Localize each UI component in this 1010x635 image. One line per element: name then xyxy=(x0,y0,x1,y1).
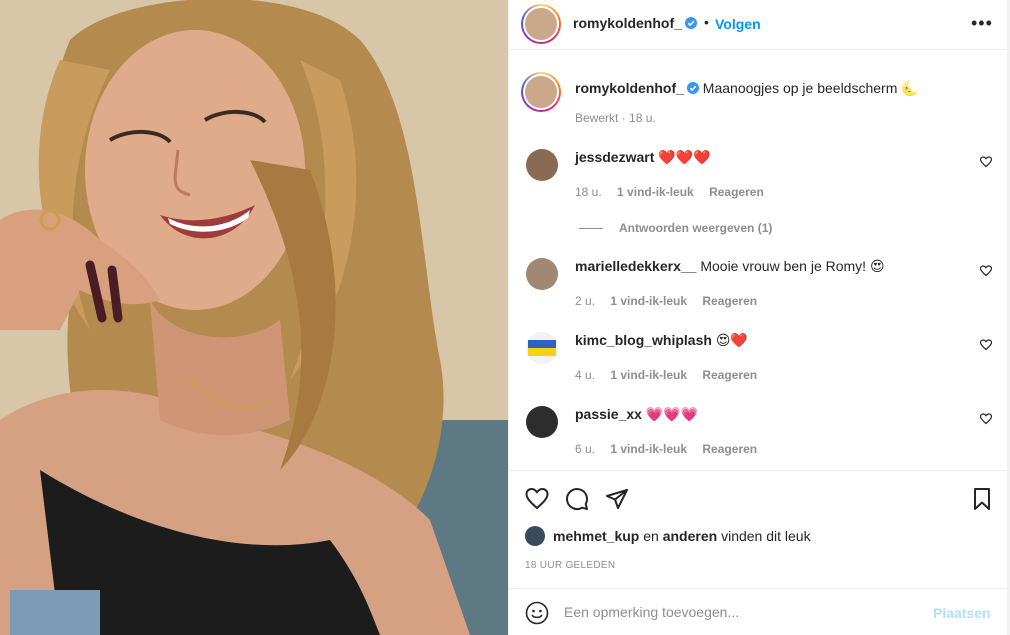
caption-body: Maanoogjes op je beeldscherm 🌜 xyxy=(702,80,919,96)
comment-meta: 6 u. 1 vind-ik-leuk Reageren xyxy=(575,442,769,456)
comment-icon[interactable] xyxy=(565,487,589,511)
comment-item: marielledekkerx__ Mooie vrouw ben je Rom… xyxy=(509,258,1010,328)
flag-avatar xyxy=(526,332,558,364)
heart-icon[interactable] xyxy=(525,487,549,511)
comment-time[interactable]: 2 u. xyxy=(575,294,595,308)
post-photo[interactable] xyxy=(0,0,508,635)
likes-suffix: vinden dit leuk xyxy=(721,528,811,544)
comment-body: Mooie vrouw ben je Romy! 😍 xyxy=(700,258,885,274)
liker-avatar[interactable] xyxy=(525,526,545,546)
post-comment-button[interactable]: Plaatsen xyxy=(933,605,991,621)
comment-likes[interactable]: 1 vind-ik-leuk xyxy=(610,294,687,308)
caption-edited: Bewerkt xyxy=(575,111,619,125)
likes-connector: en xyxy=(643,528,659,544)
comment-text: marielledekkerx__ Mooie vrouw ben je Rom… xyxy=(575,258,885,275)
comment-likes[interactable]: 1 vind-ik-leuk xyxy=(610,368,687,382)
more-icon[interactable]: ••• xyxy=(971,13,993,34)
likes-summary: mehmet_kup en anderen vinden dit leuk xyxy=(525,526,811,546)
comment-item: passie_xx 💗💗💗 6 u. 1 vind-ik-leuk Reager… xyxy=(509,406,1010,476)
comment-reply-button[interactable]: Reageren xyxy=(702,294,757,308)
comment-body: ❤️❤️❤️ xyxy=(658,149,711,165)
comment-avatar[interactable] xyxy=(526,149,558,181)
comment-username[interactable]: passie_xx xyxy=(575,406,642,422)
comment-username[interactable]: kimc_blog_whiplash xyxy=(575,332,712,348)
comment-text: passie_xx 💗💗💗 xyxy=(575,406,698,423)
heart-icon[interactable] xyxy=(980,265,992,277)
comment-input[interactable] xyxy=(564,601,924,623)
comment-time[interactable]: 4 u. xyxy=(575,368,595,382)
comment-avatar[interactable] xyxy=(526,332,558,364)
add-comment-bar: Plaatsen xyxy=(509,588,1010,635)
likes-others[interactable]: anderen xyxy=(663,528,717,544)
comment-meta: 4 u. 1 vind-ik-leuk Reageren xyxy=(575,368,769,382)
comment-meta: 18 u. 1 vind-ik-leuk Reageren xyxy=(575,185,776,199)
emoji-icon[interactable] xyxy=(525,601,549,625)
heart-icon[interactable] xyxy=(980,339,992,351)
caption-avatar[interactable] xyxy=(521,72,561,112)
caption-meta: Bewerkt · 18 u. xyxy=(575,111,656,125)
view-replies-label[interactable]: Antwoorden weergeven (1) xyxy=(619,221,772,235)
follow-button[interactable]: Volgen xyxy=(715,16,761,32)
share-icon[interactable] xyxy=(605,487,629,511)
author-username[interactable]: romykoldenhof_ xyxy=(573,15,697,31)
comment-username[interactable]: marielledekkerx__ xyxy=(575,258,696,274)
author-username-text[interactable]: romykoldenhof_ xyxy=(573,15,682,31)
comment-likes[interactable]: 1 vind-ik-leuk xyxy=(617,185,694,199)
instagram-post: romykoldenhof_ • Volgen ••• romykoldenho… xyxy=(0,0,1010,635)
comments-section[interactable]: romykoldenhof_ Maanoogjes op je beeldsch… xyxy=(509,51,1010,469)
caption-text: romykoldenhof_ Maanoogjes op je beeldsch… xyxy=(575,80,995,97)
comment-body: 😍❤️ xyxy=(715,332,748,348)
author-avatar[interactable] xyxy=(521,4,561,44)
caption-time[interactable]: · 18 u. xyxy=(622,111,656,125)
comment-text: kimc_blog_whiplash 😍❤️ xyxy=(575,332,748,349)
post-image xyxy=(0,0,508,635)
replies-line xyxy=(579,227,603,229)
liker-username[interactable]: mehmet_kup xyxy=(553,528,639,544)
post-header: romykoldenhof_ • Volgen ••• xyxy=(509,0,1010,50)
comment-reply-button[interactable]: Reageren xyxy=(709,185,764,199)
header-separator: • xyxy=(704,14,709,30)
heart-icon[interactable] xyxy=(980,413,992,425)
comment-text: jessdezwart ❤️❤️❤️ xyxy=(575,149,711,166)
comment-reply-button[interactable]: Reageren xyxy=(702,368,757,382)
view-replies-button[interactable]: Antwoorden weergeven (1) xyxy=(579,221,772,235)
comment-username[interactable]: jessdezwart xyxy=(575,149,654,165)
comment-time[interactable]: 6 u. xyxy=(575,442,595,456)
comment-avatar[interactable] xyxy=(526,406,558,438)
comment-avatar[interactable] xyxy=(526,258,558,290)
comment-item: jessdezwart ❤️❤️❤️ 18 u. 1 vind-ik-leuk … xyxy=(509,149,1010,219)
comment-body: 💗💗💗 xyxy=(645,406,699,422)
comment-time[interactable]: 18 u. xyxy=(575,185,602,199)
caption-username[interactable]: romykoldenhof_ xyxy=(575,80,684,96)
verified-icon xyxy=(686,82,699,94)
comment-reply-button[interactable]: Reageren xyxy=(702,442,757,456)
verified-icon xyxy=(684,17,697,29)
heart-icon[interactable] xyxy=(980,156,992,168)
post-panel: romykoldenhof_ • Volgen ••• romykoldenho… xyxy=(508,0,1010,635)
comment-likes[interactable]: 1 vind-ik-leuk xyxy=(610,442,687,456)
post-timestamp[interactable]: 18 UUR GELEDEN xyxy=(525,560,615,571)
bookmark-icon[interactable] xyxy=(970,487,994,511)
comment-meta: 2 u. 1 vind-ik-leuk Reageren xyxy=(575,294,769,308)
comment-item: kimc_blog_whiplash 😍❤️ 4 u. 1 vind-ik-le… xyxy=(509,332,1010,402)
